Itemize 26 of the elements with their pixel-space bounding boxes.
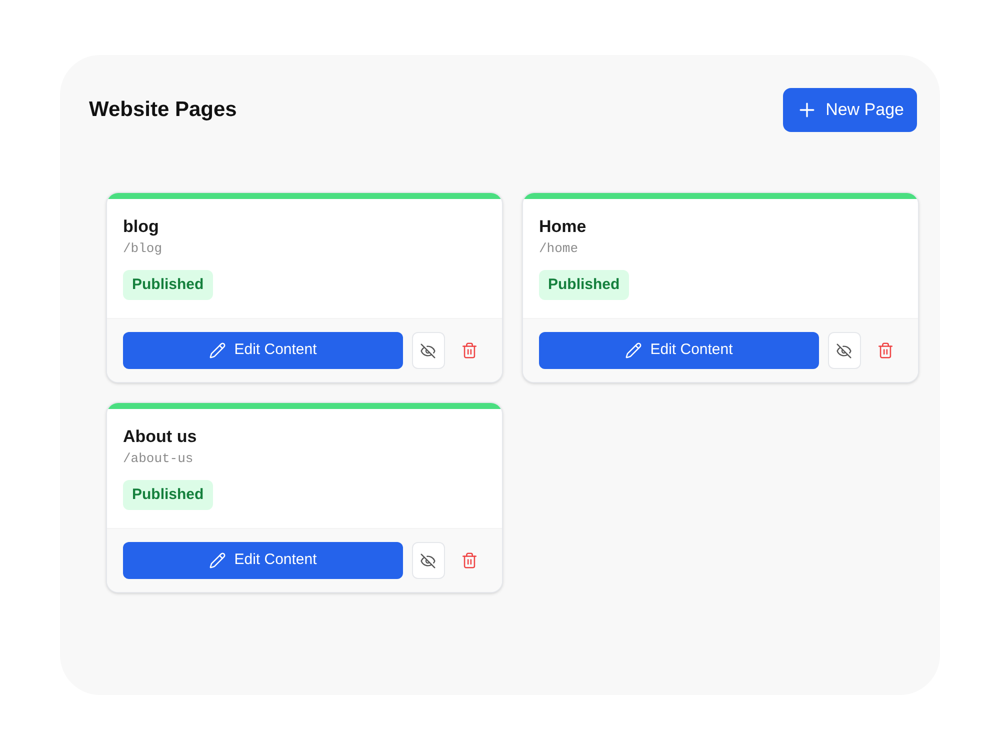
status-label: Published bbox=[539, 270, 629, 300]
visibility-button[interactable] bbox=[412, 332, 444, 369]
page-slug: /about-us bbox=[123, 450, 194, 468]
page-slug: /home bbox=[539, 240, 578, 258]
edit-content-button[interactable]: Edit Content bbox=[123, 332, 403, 369]
eye-off-icon bbox=[420, 552, 436, 568]
page-title: Home bbox=[539, 216, 586, 238]
visibility-button[interactable] bbox=[828, 332, 860, 369]
pencil-icon bbox=[625, 342, 642, 359]
status-label: Published bbox=[123, 270, 213, 300]
trash-icon bbox=[461, 552, 478, 569]
visibility-button[interactable] bbox=[412, 542, 444, 579]
eye-off-icon bbox=[420, 342, 436, 358]
page-title: About us bbox=[123, 426, 197, 448]
trash-icon bbox=[461, 342, 478, 359]
status-label: Published bbox=[123, 480, 213, 510]
section-title: Website Pages bbox=[89, 97, 237, 124]
pencil-icon bbox=[209, 552, 226, 569]
page-slug: /blog bbox=[123, 240, 162, 258]
page-title: blog bbox=[123, 216, 159, 238]
edit-content-button[interactable]: Edit Content bbox=[539, 332, 819, 369]
edit-content-button[interactable]: Edit Content bbox=[123, 542, 403, 579]
eye-off-icon bbox=[836, 342, 852, 358]
new-page-button[interactable]: New Page bbox=[782, 88, 917, 132]
trash-icon bbox=[877, 342, 894, 359]
pencil-icon bbox=[209, 342, 226, 359]
